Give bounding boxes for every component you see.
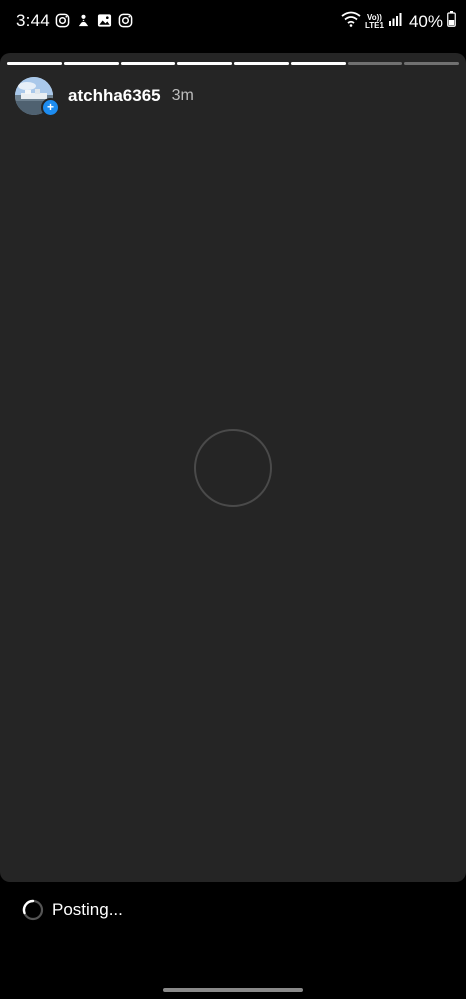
posting-status: Posting... [22,899,123,921]
loading-ring [194,429,272,507]
notification-icons [54,12,134,29]
status-time: 3:44 [16,11,50,30]
instagram-icon [117,12,134,29]
progress-segment-fill [177,62,232,65]
progress-segment [63,62,119,65]
story-header: + atchha6365 3m [15,77,194,117]
add-story-icon[interactable]: + [41,98,60,117]
progress-segment [234,62,289,65]
progress-segment-fill [120,62,176,65]
battery-icon [447,11,456,32]
progress-segment-fill [290,62,346,65]
story-username[interactable]: atchha6365 [68,86,161,106]
story-timestamp: 3m [171,87,194,104]
status-bar: 3:44 Vo)) LTE1 40% [0,0,466,44]
progress-segment [120,62,176,65]
volte-lte-icon: Vo)) LTE1 [365,13,384,30]
home-indicator[interactable] [163,988,303,992]
progress-segment-fill [234,62,289,65]
story-progress-bar [7,62,459,65]
gallery-icon [96,12,113,29]
threads-icon [75,12,92,29]
progress-segment [177,62,232,65]
progress-segment [404,62,459,65]
progress-segment-fill [63,62,119,65]
signal-icon [388,12,402,31]
progress-segment [290,62,346,65]
posting-label: Posting... [52,900,123,919]
battery-percent: 40% [408,11,443,31]
progress-segment-fill [7,62,62,65]
progress-segment [7,62,62,65]
instagram-icon [54,12,71,29]
spinner-icon [22,899,44,921]
avatar[interactable]: + [15,77,60,117]
system-status-icons: Vo)) LTE1 40% [341,11,456,32]
wifi-icon [341,11,361,32]
lte-bottom-label: LTE1 [365,20,384,30]
progress-segment [347,62,403,65]
story-viewer[interactable]: + atchha6365 3m [0,53,466,882]
